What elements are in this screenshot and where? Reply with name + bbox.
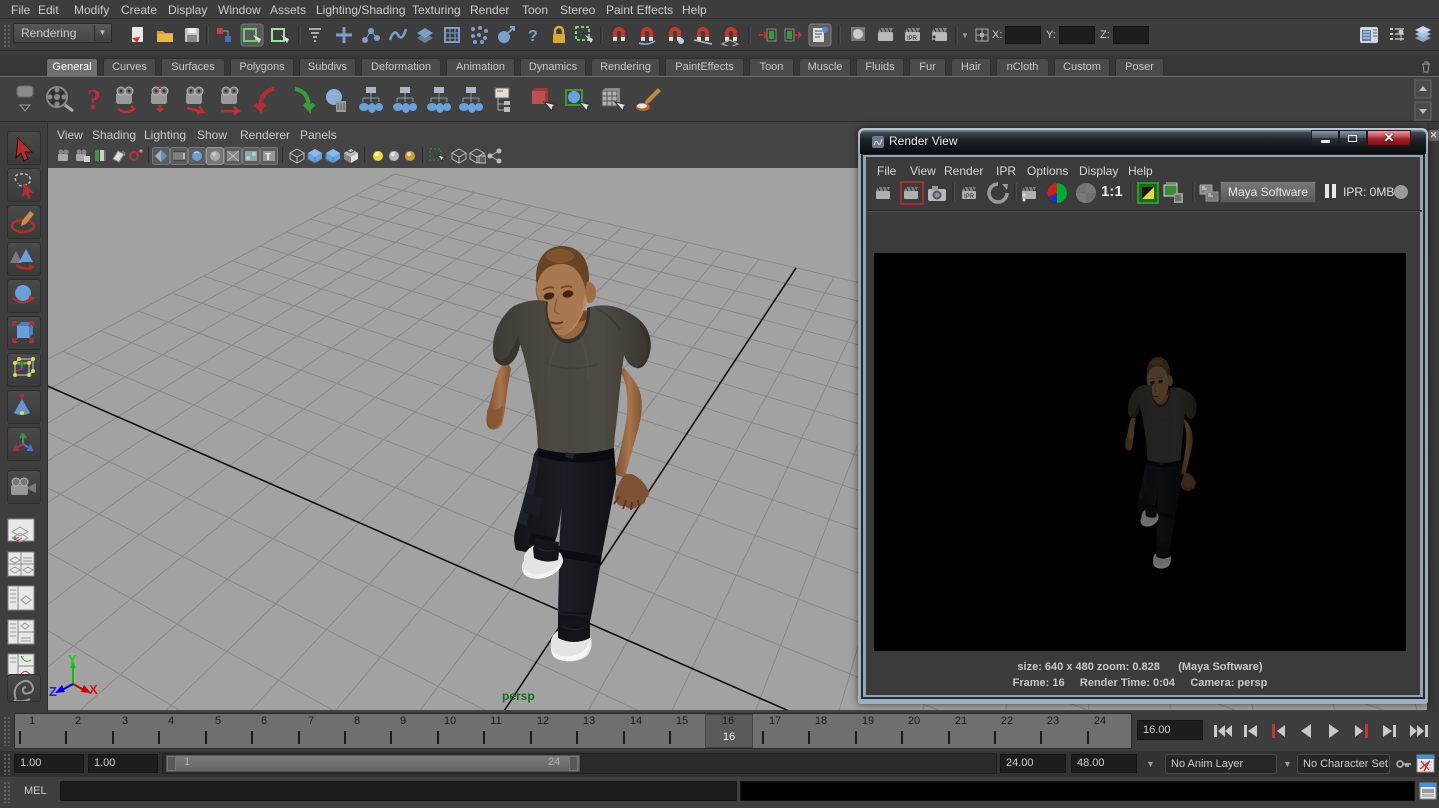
svg-text:?: ? — [528, 28, 538, 45]
svg-text:Z: Z — [49, 684, 57, 699]
svg-text:Y: Y — [68, 652, 77, 667]
svg-text:IPR: IPR — [964, 194, 975, 200]
svg-text:X: X — [89, 682, 98, 697]
svg-text:T: T — [265, 152, 271, 163]
svg-text:IPR: IPR — [907, 36, 918, 42]
svg-text:?: ? — [87, 85, 101, 115]
